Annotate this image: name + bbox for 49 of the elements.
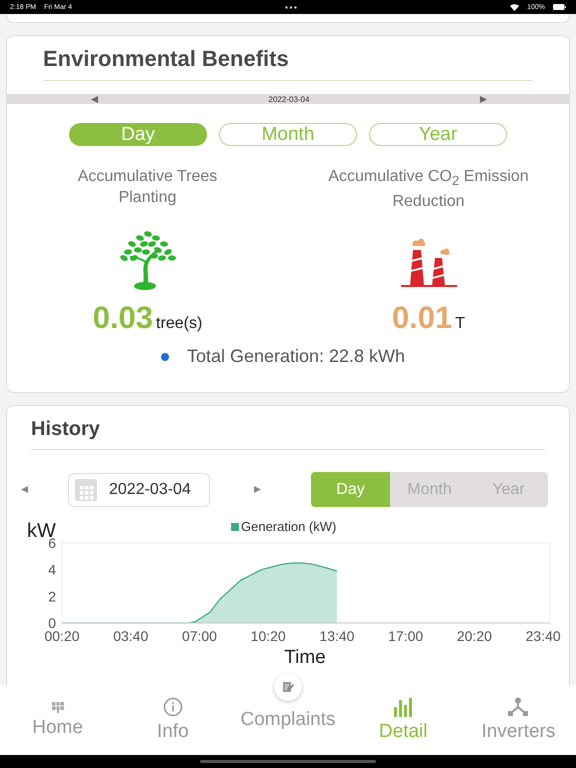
period-tab[interactable]: Day (69, 123, 207, 146)
info-icon (162, 697, 183, 717)
x-tick-label: 17:00 (388, 628, 424, 644)
y-tick-label: 0 (48, 615, 56, 631)
total-generation: Total Generation: 22.8 kWh (186, 346, 406, 367)
bullet-dot (160, 352, 169, 360)
stat-value: 0.01 (392, 300, 452, 336)
legend-label: Generation (kW) (241, 519, 336, 534)
period-tab[interactable]: Day (311, 472, 390, 507)
x-tick-label: 20:20 (456, 628, 492, 644)
bar-chart-icon (393, 697, 414, 717)
x-tick-label: 23:40 (526, 628, 561, 644)
period-tab[interactable]: Month (219, 123, 357, 146)
next-arrow-icon[interactable] (480, 96, 487, 102)
nav-tab[interactable]: Info (115, 685, 230, 755)
x-axis-title: Time (284, 647, 326, 667)
battery-icon (553, 4, 566, 10)
date-picker[interactable]: 2022-03-04 (68, 472, 210, 506)
section-title: Environmental Benefits (43, 46, 533, 81)
stat-unit: T (455, 315, 466, 333)
x-tick-label: 07:00 (182, 628, 217, 644)
stat-unit: tree(s) (156, 315, 202, 333)
x-tick-label: 13:40 (319, 628, 354, 644)
network-icon (508, 697, 528, 717)
next-arrow-icon[interactable] (254, 486, 261, 493)
nav-tab[interactable]: Home (0, 685, 116, 755)
x-tick-label: 10:20 (250, 628, 286, 644)
x-tick-label: 03:40 (113, 628, 148, 644)
y-tick-label: 2 (48, 588, 56, 604)
stat-label: Accumulative Trees Planting (76, 167, 218, 208)
section-title: History (31, 418, 545, 450)
x-tick-label: 00:20 (44, 628, 80, 644)
stat-label: Accumulative CO$_{2}$ Emission Reduction (327, 167, 530, 208)
edit-button[interactable] (274, 673, 302, 701)
date-label: 2022-03-04 (268, 94, 310, 104)
nav-tab[interactable]: Complaints (230, 685, 346, 755)
previous-arrow-icon[interactable] (91, 96, 98, 102)
calendar-icon (75, 478, 97, 500)
nav-tab[interactable]: Detail (346, 685, 461, 755)
wifi-icon (510, 4, 520, 10)
more-dots-icon (285, 6, 298, 8)
y-tick-label: 4 (48, 562, 56, 578)
nav-tab[interactable]: Inverters (460, 685, 576, 755)
solar-panel-icon (52, 702, 64, 712)
period-tab[interactable]: Year (369, 123, 507, 146)
edit-icon (282, 681, 294, 693)
legend-swatch (231, 523, 239, 531)
stat-value: 0.03 (92, 300, 154, 336)
previous-arrow-icon[interactable] (21, 486, 28, 493)
